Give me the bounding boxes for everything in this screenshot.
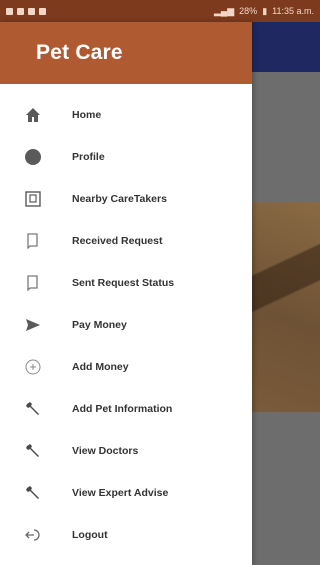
menu-item-label: View Doctors — [72, 445, 139, 457]
status-notifications — [6, 7, 46, 15]
signal-icon: ▂▄▆ — [213, 5, 235, 16]
menu-item-label: Nearby CareTakers — [72, 193, 167, 205]
notification-icon — [6, 7, 13, 15]
menu-item-label: View Expert Advise — [72, 487, 169, 499]
menu-item-view-expert-advise[interactable]: View Expert Advise — [0, 472, 252, 514]
menu-item-nearby-caretakers[interactable]: Nearby CareTakers — [0, 178, 252, 220]
drawer-menu: Home Profile Nearby CareTakers Received … — [0, 84, 252, 556]
logout-icon — [22, 524, 44, 546]
menu-item-home[interactable]: Home — [0, 94, 252, 136]
home-icon — [22, 104, 44, 126]
wrench-icon — [22, 440, 44, 462]
send-icon — [22, 314, 44, 336]
menu-item-label: Pay Money — [72, 319, 127, 331]
profile-icon — [22, 146, 44, 168]
clock: 11:35 a.m. — [272, 6, 314, 16]
menu-item-label: Profile — [72, 151, 105, 163]
background-app-scrim[interactable] — [252, 22, 320, 565]
wrench-icon — [22, 398, 44, 420]
menu-item-pay-money[interactable]: Pay Money — [0, 304, 252, 346]
menu-item-add-pet-information[interactable]: Add Pet Information — [0, 388, 252, 430]
drawer-header: Pet Care — [0, 22, 252, 84]
menu-item-logout[interactable]: Logout — [0, 514, 252, 556]
menu-item-label: Add Pet Information — [72, 403, 173, 415]
menu-item-label: Sent Request Status — [72, 277, 175, 289]
battery-level: 28% — [239, 6, 258, 16]
status-indicators: ▂▄▆ 28% ▮ 11:35 a.m. — [214, 6, 314, 17]
menu-item-label: Home — [72, 109, 102, 121]
notification-icon — [17, 7, 24, 15]
sent-request-icon — [22, 272, 44, 294]
received-request-icon — [22, 230, 44, 252]
battery-icon: ▮ — [262, 5, 268, 16]
notification-icon — [39, 7, 46, 15]
menu-item-received-request[interactable]: Received Request — [0, 220, 252, 262]
navigation-drawer: Pet Care Home Profile Nearby CareTakers … — [0, 22, 252, 565]
status-bar: ▂▄▆ 28% ▮ 11:35 a.m. — [0, 0, 320, 22]
notification-icon — [28, 7, 35, 15]
menu-item-add-money[interactable]: Add Money — [0, 346, 252, 388]
background-app-bar — [252, 22, 320, 72]
menu-item-label: Logout — [72, 529, 108, 541]
add-circle-icon — [22, 356, 44, 378]
menu-item-view-doctors[interactable]: View Doctors — [0, 430, 252, 472]
menu-item-profile[interactable]: Profile — [0, 136, 252, 178]
menu-item-label: Received Request — [72, 235, 163, 247]
drawer-title: Pet Care — [36, 41, 123, 64]
background-banner-image — [252, 202, 320, 412]
wrench-icon — [22, 482, 44, 504]
nearby-caretakers-icon — [22, 188, 44, 210]
menu-item-sent-request-status[interactable]: Sent Request Status — [0, 262, 252, 304]
menu-item-label: Add Money — [72, 361, 129, 373]
